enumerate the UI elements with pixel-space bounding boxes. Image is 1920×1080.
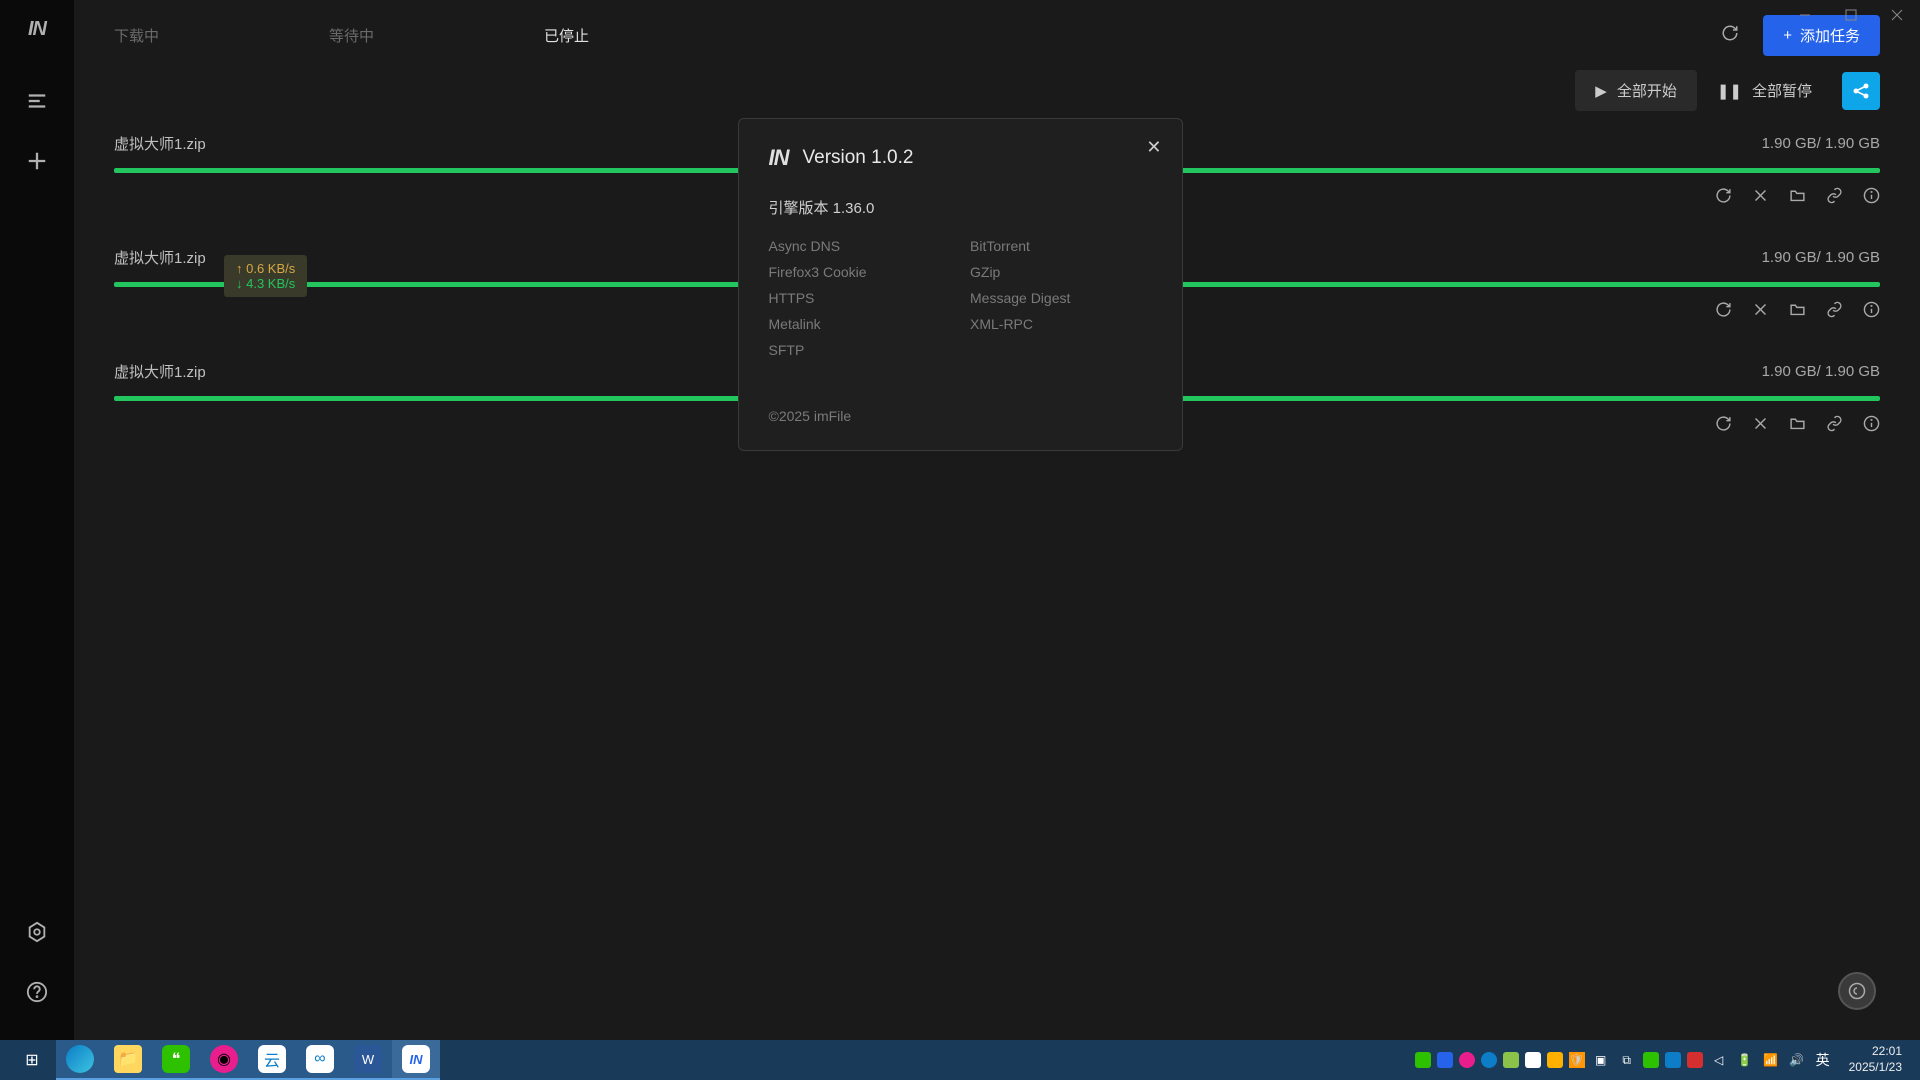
pause-icon: ❚❚	[1717, 82, 1742, 100]
task-size: 1.90 GB/ 1.90 GB	[1762, 249, 1880, 266]
tray-wifi-icon[interactable]: 📶	[1761, 1050, 1781, 1070]
sidebar-menu-icon[interactable]	[17, 81, 57, 121]
modal-close-button[interactable]: ✕	[1146, 137, 1161, 158]
task-folder-icon[interactable]	[1789, 415, 1806, 437]
taskbar-app-icon[interactable]: ◉	[200, 1040, 248, 1080]
pause-all-button[interactable]: ❚❚ 全部暂停	[1697, 70, 1832, 111]
taskbar-app-icon[interactable]: 云	[248, 1040, 296, 1080]
tabs: 下载中 等待中 已停止	[114, 25, 589, 46]
task-link-icon[interactable]	[1826, 415, 1843, 437]
taskbar-wechat-icon[interactable]: ❝	[152, 1040, 200, 1080]
share-button[interactable]	[1842, 72, 1880, 110]
tray-ime[interactable]: 英	[1813, 1050, 1833, 1070]
tray-icon[interactable]	[1503, 1052, 1519, 1068]
pause-all-label: 全部暂停	[1752, 80, 1812, 101]
taskbar-edge-icon[interactable]	[56, 1040, 104, 1080]
tray-icon[interactable]	[1437, 1052, 1453, 1068]
task-link-icon[interactable]	[1826, 187, 1843, 209]
tray-icon[interactable]	[1665, 1052, 1681, 1068]
task-name: 虚拟大师1.zip	[114, 247, 206, 268]
sidebar: IN	[0, 0, 74, 1040]
tray-icon[interactable]	[1525, 1052, 1541, 1068]
task-link-icon[interactable]	[1826, 301, 1843, 323]
task-retry-icon[interactable]	[1715, 187, 1732, 209]
tray-icon[interactable]: 🛡	[1569, 1052, 1585, 1068]
task-info-icon[interactable]	[1863, 415, 1880, 437]
modal-logo-icon: IN	[769, 145, 789, 171]
feature-item: Metalink	[769, 316, 951, 332]
tray-volume-icon[interactable]: 🔊	[1787, 1050, 1807, 1070]
feature-item: Message Digest	[970, 290, 1152, 306]
feature-item: HTTPS	[769, 290, 951, 306]
feature-item: BitTorrent	[970, 238, 1152, 254]
task-info-icon[interactable]	[1863, 187, 1880, 209]
tray-icon[interactable]	[1415, 1052, 1431, 1068]
window-close-button[interactable]	[1874, 0, 1920, 30]
task-delete-icon[interactable]	[1752, 415, 1769, 437]
sidebar-help-icon[interactable]	[17, 972, 57, 1012]
clock-date: 2025/1/23	[1849, 1060, 1902, 1076]
copyright: ©2025 imFile	[769, 408, 1152, 424]
task-info-icon[interactable]	[1863, 301, 1880, 323]
taskbar-word-icon[interactable]: W	[344, 1040, 392, 1080]
task-retry-icon[interactable]	[1715, 301, 1732, 323]
play-icon: ▶	[1595, 82, 1607, 100]
task-delete-icon[interactable]	[1752, 187, 1769, 209]
sidebar-add-icon[interactable]	[17, 141, 57, 181]
topbar: 下载中 等待中 已停止 + 添加任务	[74, 0, 1920, 70]
engine-version: 引擎版本 1.36.0	[769, 197, 1152, 218]
task-name: 虚拟大师1.zip	[114, 361, 206, 382]
app-logo-icon: IN	[28, 18, 46, 41]
start-all-button[interactable]: ▶ 全部开始	[1575, 70, 1697, 111]
speed-tooltip: ↑ 0.6 KB/s ↓ 4.3 KB/s	[224, 255, 307, 297]
feature-item: GZip	[970, 264, 1152, 280]
tray-icon[interactable]	[1687, 1052, 1703, 1068]
feature-item: SFTP	[769, 342, 951, 358]
upload-speed: ↑ 0.6 KB/s	[236, 261, 295, 276]
tray-chevron-icon[interactable]: ◁	[1709, 1050, 1729, 1070]
task-retry-icon[interactable]	[1715, 415, 1732, 437]
tray-icon[interactable]	[1643, 1052, 1659, 1068]
feature-list: Async DNS BitTorrent Firefox3 Cookie GZi…	[769, 238, 1152, 358]
download-speed: ↓ 4.3 KB/s	[236, 276, 295, 291]
tray-battery-icon[interactable]: 🔋	[1735, 1050, 1755, 1070]
task-size: 1.90 GB/ 1.90 GB	[1762, 363, 1880, 380]
windows-taskbar: ⊞ 📁 ❝ ◉ 云 ∞ W IN 🛡 ▣ ⧉ ◁ 🔋 📶 🔊 英 22:01 2…	[0, 1040, 1920, 1080]
version-label: Version 1.0.2	[803, 147, 914, 169]
tray-icon[interactable]: ▣	[1591, 1050, 1611, 1070]
window-maximize-button[interactable]	[1828, 0, 1874, 30]
task-delete-icon[interactable]	[1752, 301, 1769, 323]
tray-icon[interactable]	[1481, 1052, 1497, 1068]
window-controls	[1782, 0, 1920, 30]
taskbar-app-icon[interactable]: ∞	[296, 1040, 344, 1080]
taskbar-imfile-icon[interactable]: IN	[392, 1040, 440, 1080]
refresh-button[interactable]	[1713, 16, 1747, 55]
task-size: 1.90 GB/ 1.90 GB	[1762, 135, 1880, 152]
modal-title: IN Version 1.0.2	[769, 145, 1152, 171]
tray-icon[interactable]: ⧉	[1617, 1050, 1637, 1070]
feature-item: Firefox3 Cookie	[769, 264, 951, 280]
feature-item: XML-RPC	[970, 316, 1152, 332]
bulk-actions: ▶ 全部开始 ❚❚ 全部暂停	[74, 70, 1920, 125]
clock-time: 22:01	[1849, 1044, 1902, 1060]
window-minimize-button[interactable]	[1782, 0, 1828, 30]
tray-icon[interactable]	[1459, 1052, 1475, 1068]
about-modal: ✕ IN Version 1.0.2 引擎版本 1.36.0 Async DNS…	[738, 118, 1183, 451]
tab-waiting[interactable]: 等待中	[329, 25, 374, 46]
feature-item: Async DNS	[769, 238, 951, 254]
float-speed-button[interactable]	[1838, 972, 1876, 1010]
sidebar-settings-icon[interactable]	[17, 912, 57, 952]
task-folder-icon[interactable]	[1789, 301, 1806, 323]
tab-stopped[interactable]: 已停止	[544, 25, 589, 46]
tray-icon[interactable]	[1547, 1052, 1563, 1068]
tab-downloading[interactable]: 下载中	[114, 25, 159, 46]
task-folder-icon[interactable]	[1789, 187, 1806, 209]
task-name: 虚拟大师1.zip	[114, 133, 206, 154]
start-all-label: 全部开始	[1617, 80, 1677, 101]
taskbar-explorer-icon[interactable]: 📁	[104, 1040, 152, 1080]
taskbar-clock[interactable]: 22:01 2025/1/23	[1839, 1044, 1912, 1075]
start-button[interactable]: ⊞	[8, 1040, 56, 1080]
